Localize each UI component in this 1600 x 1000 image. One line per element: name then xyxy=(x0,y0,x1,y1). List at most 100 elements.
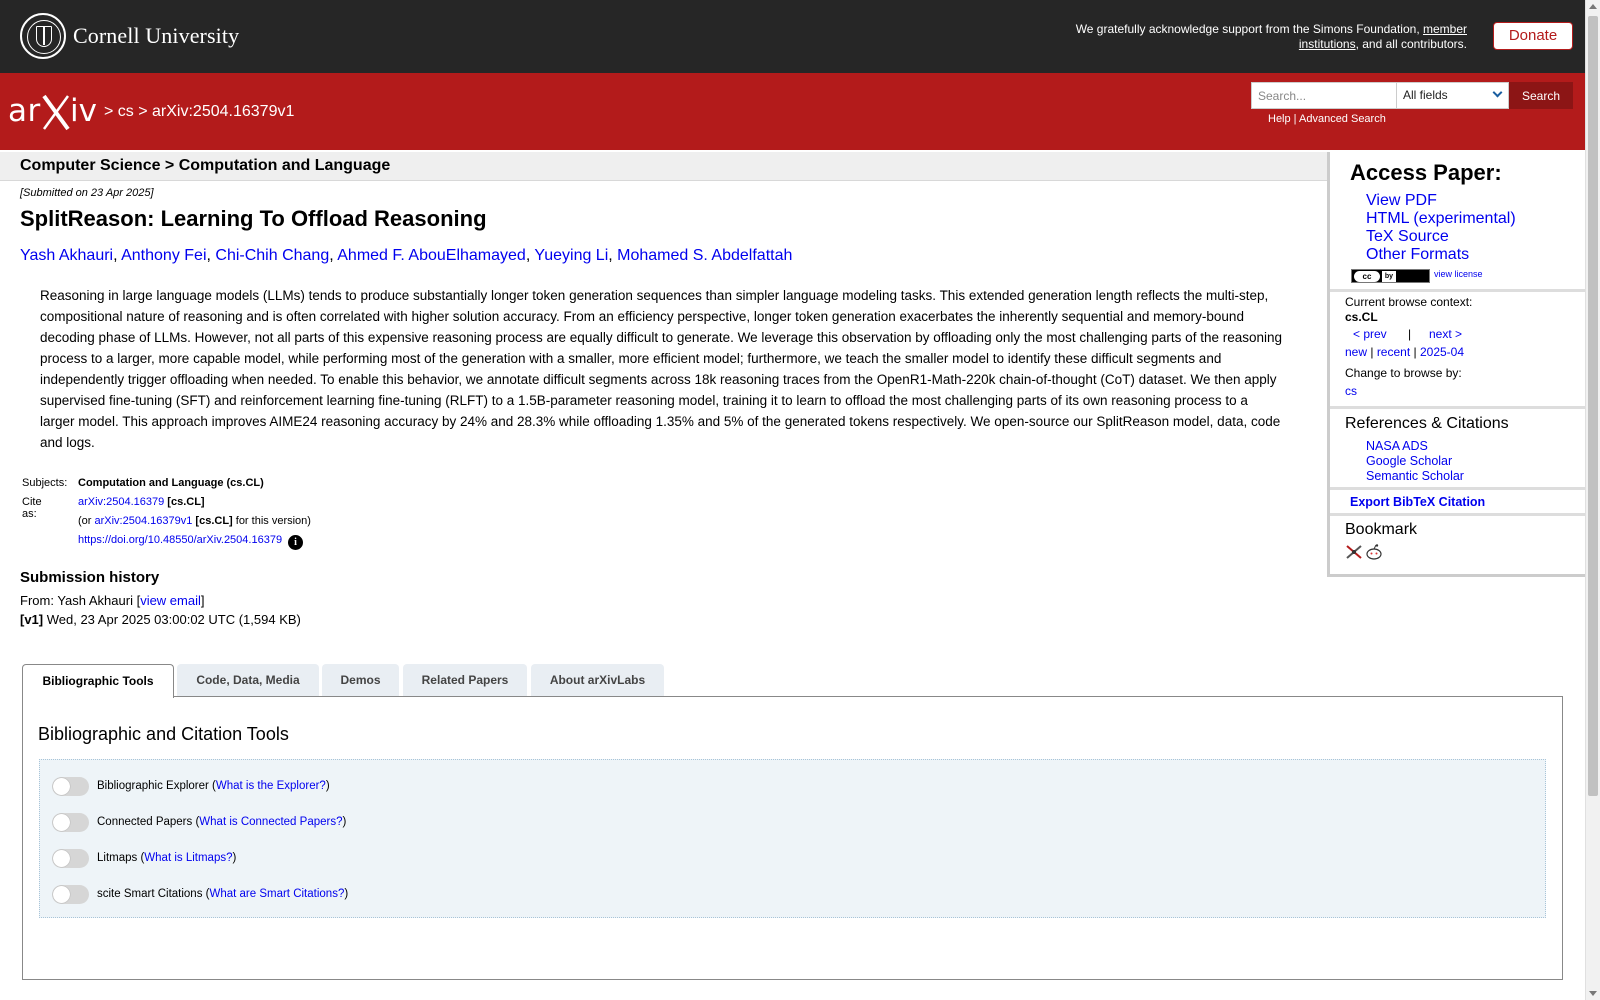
paper-title: SplitReason: Learning To Offload Reasoni… xyxy=(20,206,487,231)
arxiv-header: ar iv > cs > arXiv:2504.16379v1 All fiel… xyxy=(0,73,1585,150)
tool-help-link[interactable]: What is Litmaps? xyxy=(144,852,232,864)
version-label[interactable]: [v1] xyxy=(20,612,43,627)
submitted-date: [Submitted on 23 Apr 2025] xyxy=(20,187,154,199)
recent-link[interactable]: recent xyxy=(1377,345,1410,359)
author-link[interactable]: Ahmed F. AbouElhamayed xyxy=(337,247,526,264)
reddit-icon[interactable] xyxy=(1365,544,1383,560)
author-link[interactable]: Anthony Fei xyxy=(121,247,206,264)
breadcrumb-paper-id[interactable]: arXiv:2504.16379v1 xyxy=(152,103,294,120)
abstract: Reasoning in large language models (LLMs… xyxy=(40,288,1282,450)
subjects-value: Computation and Language (cs.CL) xyxy=(78,477,264,489)
browse-list-links: new | recent | 2025-04 xyxy=(1345,345,1465,359)
tab-demos[interactable]: Demos xyxy=(322,664,399,696)
arxiv-logo-icon: ar iv xyxy=(8,93,97,131)
submission-history-title: Submission history xyxy=(20,569,160,586)
donate-button[interactable]: Donate xyxy=(1493,22,1573,50)
html-link[interactable]: HTML (experimental) xyxy=(1366,210,1516,228)
help-link[interactable]: Help xyxy=(1268,113,1291,125)
new-link[interactable]: new xyxy=(1345,345,1367,359)
tool-row-scite: scite Smart Citations (What are Smart Ci… xyxy=(52,884,348,904)
cornell-seal-icon xyxy=(20,13,66,59)
tool-row-litmaps: Litmaps (What is Litmaps?) xyxy=(52,848,236,868)
google-scholar-link[interactable]: Google Scholar xyxy=(1366,454,1452,468)
category-bar: Computer Science > Computation and Langu… xyxy=(0,152,1327,181)
cite-id-link[interactable]: arXiv:2504.16379 xyxy=(78,496,164,508)
other-formats-link[interactable]: Other Formats xyxy=(1366,246,1469,264)
svg-text:iv: iv xyxy=(70,93,97,129)
tab-about-arxivlabs[interactable]: About arXivLabs xyxy=(531,664,664,696)
page-scrollbar[interactable] xyxy=(1585,0,1600,1000)
tool-help-link[interactable]: What is Connected Papers? xyxy=(199,816,342,828)
svg-text:ar: ar xyxy=(8,93,41,129)
cc-license-icon[interactable]: cc by xyxy=(1351,269,1430,283)
category-title: Computer Science > Computation and Langu… xyxy=(20,157,391,174)
scroll-up-icon[interactable] xyxy=(1589,4,1597,9)
view-email-link[interactable]: view email xyxy=(140,593,201,608)
toggle-switch[interactable] xyxy=(52,884,89,904)
access-paper-title: Access Paper: xyxy=(1350,160,1502,185)
bookmark-title: Bookmark xyxy=(1345,521,1418,538)
tool-row-explorer: Bibliographic Explorer (What is the Expl… xyxy=(52,776,330,796)
subjects-label: Subjects: xyxy=(22,477,68,489)
tab-code-data-media[interactable]: Code, Data, Media xyxy=(177,664,319,696)
change-browse-label: Change to browse by: xyxy=(1345,366,1462,380)
arxiv-logo[interactable]: ar iv xyxy=(8,92,100,132)
doi-link[interactable]: https://doi.org/10.48550/arXiv.2504.1637… xyxy=(78,534,282,546)
cite-label: Cite as: xyxy=(22,496,42,520)
sidebar-divider xyxy=(1330,487,1585,490)
browse-cs-link[interactable]: cs xyxy=(1345,384,1357,398)
view-license-link[interactable]: view license xyxy=(1434,269,1483,279)
author-link[interactable]: Mohamed S. Abdelfattah xyxy=(617,247,792,264)
month-link[interactable]: 2025-04 xyxy=(1420,345,1464,359)
browse-context-label: Current browse context: xyxy=(1345,295,1473,309)
cornell-logo[interactable]: Cornell University xyxy=(20,13,239,59)
bibsonomy-icon[interactable] xyxy=(1345,544,1363,560)
toggle-switch[interactable] xyxy=(52,812,89,832)
tool-help-link[interactable]: What is the Explorer? xyxy=(216,780,326,792)
scroll-down-icon[interactable] xyxy=(1589,991,1597,996)
tab-related-papers[interactable]: Related Papers xyxy=(403,664,527,696)
references-title: References & Citations xyxy=(1345,415,1509,432)
scroll-thumb[interactable] xyxy=(1588,16,1598,796)
browse-context-value: cs.CL xyxy=(1345,310,1378,324)
toggle-switch[interactable] xyxy=(52,848,89,868)
help-links: Help | Advanced Search xyxy=(1268,113,1386,125)
author-link[interactable]: Yash Akhauri xyxy=(20,247,113,264)
version-entry: [v1] Wed, 23 Apr 2025 03:00:02 UTC (1,59… xyxy=(20,612,301,627)
nav-separator: | xyxy=(1408,327,1412,341)
tex-source-link[interactable]: TeX Source xyxy=(1366,228,1449,246)
submission-from: From: Yash Akhauri [view email] xyxy=(20,593,205,608)
next-link[interactable]: next > xyxy=(1429,327,1462,341)
sidebar-divider xyxy=(1330,513,1585,516)
tab-bibliographic-tools[interactable]: Bibliographic Tools xyxy=(22,664,174,698)
export-bibtex-link[interactable]: Export BibTeX Citation xyxy=(1350,495,1485,509)
acknowledgement-text: We gratefully acknowledge support from t… xyxy=(1075,22,1467,51)
tool-row-connected-papers: Connected Papers (What is Connected Pape… xyxy=(52,812,346,832)
chevron-down-icon xyxy=(1492,87,1503,98)
author-link[interactable]: Chi-Chih Chang xyxy=(215,247,329,264)
view-pdf-link[interactable]: View PDF xyxy=(1366,192,1437,210)
search-field-select[interactable]: All fields xyxy=(1396,82,1509,109)
semantic-scholar-link[interactable]: Semantic Scholar xyxy=(1366,469,1464,483)
search-input[interactable] xyxy=(1251,82,1397,109)
breadcrumb: > cs > arXiv:2504.16379v1 xyxy=(104,103,295,120)
search-button[interactable]: Search xyxy=(1509,82,1573,109)
author-link[interactable]: Yueying Li xyxy=(534,247,608,264)
toggle-switch[interactable] xyxy=(52,776,89,796)
tab-panel: Bibliographic and Citation Tools Bibliog… xyxy=(22,696,1563,980)
prev-link[interactable]: < prev xyxy=(1353,327,1387,341)
sidebar-divider xyxy=(1330,289,1585,292)
sidebar: Access Paper: View PDF HTML (experimenta… xyxy=(1327,152,1585,577)
sidebar-divider xyxy=(1330,406,1585,409)
author-list: Yash Akhauri, Anthony Fei, Chi-Chih Chan… xyxy=(20,247,793,264)
breadcrumb-cs[interactable]: cs xyxy=(118,103,134,120)
version-id-link[interactable]: arXiv:2504.16379v1 xyxy=(95,515,193,527)
cornell-banner: Cornell University We gratefully acknowl… xyxy=(0,0,1585,73)
panel-title: Bibliographic and Citation Tools xyxy=(38,724,289,744)
tools-box: Bibliographic Explorer (What is the Expl… xyxy=(39,759,1546,918)
cornell-wordmark: Cornell University xyxy=(73,23,240,48)
advanced-search-link[interactable]: Advanced Search xyxy=(1299,113,1386,125)
nasa-ads-link[interactable]: NASA ADS xyxy=(1366,439,1428,453)
info-icon[interactable]: i xyxy=(288,535,304,550)
tool-help-link[interactable]: What are Smart Citations? xyxy=(209,888,344,900)
